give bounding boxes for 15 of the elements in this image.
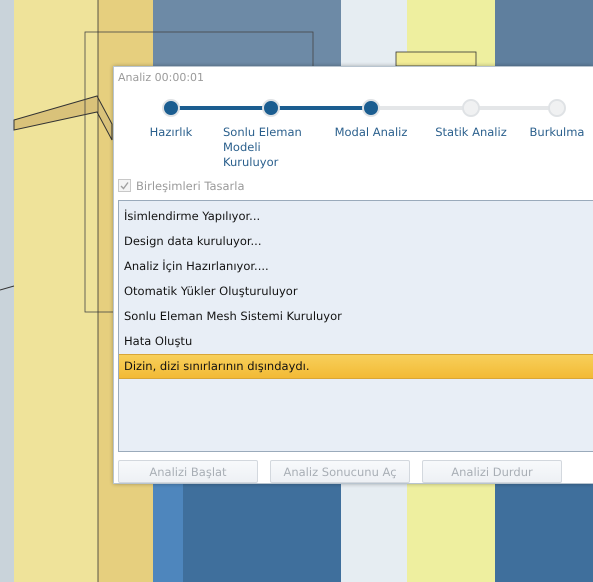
log-item[interactable]: Dizin, dizi sınırlarının dışındaydı.: [119, 354, 593, 379]
log-item[interactable]: Analiz İçin Hazırlanıyor....: [119, 254, 593, 279]
step-label: Sonlu Eleman Modeli Kuruluyor: [223, 124, 303, 170]
step-label: Statik Analiz: [435, 124, 507, 140]
log-item[interactable]: Sonlu Eleman Mesh Sistemi Kuruluyor: [119, 304, 593, 329]
window-title: Analiz 00:00:01: [118, 71, 206, 86]
check-icon: [120, 181, 129, 190]
log-item[interactable]: Hata Oluştu: [119, 328, 593, 354]
log-item[interactable]: Otomatik Yükler Oluşturuluyor: [119, 278, 593, 304]
checkbox-label: Birleşimleri Tasarla: [136, 178, 244, 193]
log-item[interactable]: İsimlendirme Yapılıyor...: [119, 204, 593, 229]
log-item[interactable]: Design data kuruluyor...: [119, 228, 593, 254]
step-label: Hazırlık: [150, 124, 192, 140]
step-label: Modal Analiz: [334, 124, 408, 140]
step-label: Burkulma: [530, 124, 584, 140]
